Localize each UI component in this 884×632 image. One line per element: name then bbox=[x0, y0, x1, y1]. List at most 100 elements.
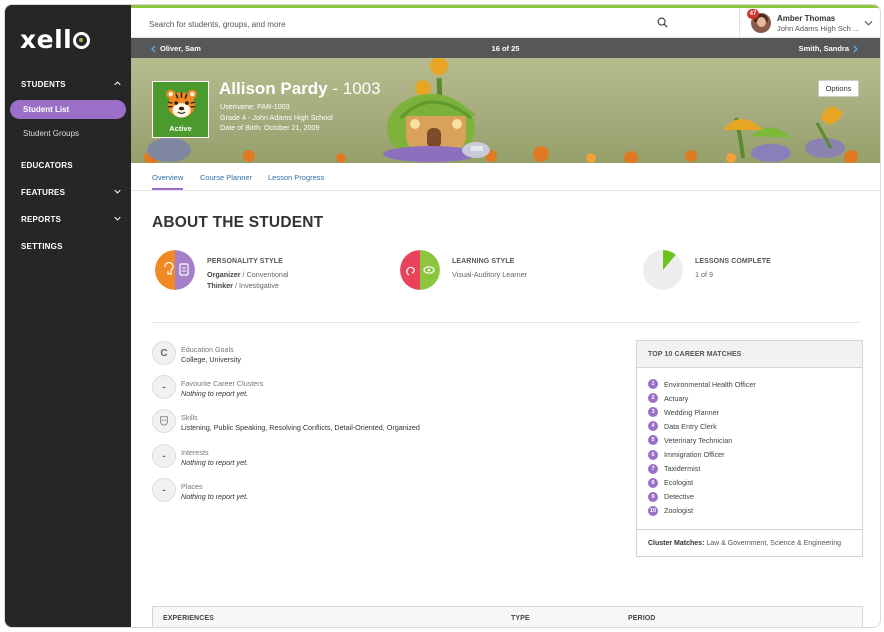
chevron-up-icon bbox=[114, 81, 121, 86]
career-match-item[interactable]: 10 Zoologist bbox=[648, 504, 756, 518]
personality-secondary: Thinker / Investigative bbox=[207, 281, 279, 290]
column-period[interactable]: PERIOD bbox=[628, 615, 655, 622]
xello-logo[interactable]: xell bbox=[20, 25, 91, 54]
student-details: Username: PAR-1003 Grade 4 - John Adams … bbox=[220, 102, 333, 134]
column-type[interactable]: TYPE bbox=[511, 615, 530, 622]
profile-row-value: College, University bbox=[181, 355, 241, 364]
tab-course-planner[interactable]: Course Planner bbox=[200, 173, 252, 182]
sidebar-item-label: STUDENTS bbox=[21, 80, 66, 89]
profile-row-title: Interests bbox=[181, 448, 209, 457]
education-goals-icon: C bbox=[152, 341, 176, 365]
header-divider bbox=[739, 8, 740, 38]
career-match-item[interactable]: 3 Wedding Planner bbox=[648, 405, 756, 419]
profile-row-value: Listening, Public Speaking, Resolving Co… bbox=[181, 423, 420, 432]
career-rank: 8 bbox=[648, 477, 658, 488]
sidebar-item-label: EDUCATORS bbox=[21, 161, 73, 170]
lessons-complete-label: LESSONS COMPLETE bbox=[695, 258, 771, 265]
sidebar-item-settings[interactable]: SETTINGS bbox=[5, 233, 131, 260]
career-rank: 1 bbox=[648, 379, 658, 390]
sidebar-item-reports[interactable]: REPORTS bbox=[5, 206, 131, 233]
profile-row-title: Education Goals bbox=[181, 345, 234, 354]
user-menu[interactable]: 47 Amber Thomas John Adams High Sch ... bbox=[747, 9, 877, 35]
cluster-matches: Cluster Matches: Law & Government, Scien… bbox=[637, 529, 862, 556]
section-divider bbox=[152, 322, 860, 323]
overview-panel: ABOUT THE STUDENT PERSONALITY STYLE Orga… bbox=[131, 192, 880, 627]
logo-o-mark bbox=[73, 32, 91, 49]
career-match-item[interactable]: 8 Ecologist bbox=[648, 476, 756, 490]
career-rank: 7 bbox=[648, 463, 658, 474]
next-student-link[interactable]: Smith, Sandra bbox=[799, 44, 858, 53]
student-name: Allison Pardy - 1003 bbox=[219, 79, 381, 98]
top-header: 47 Amber Thomas John Adams High Sch ... bbox=[131, 8, 880, 38]
next-student-name: Smith, Sandra bbox=[798, 44, 849, 53]
places-icon: - bbox=[152, 478, 176, 502]
chevron-down-icon[interactable] bbox=[864, 20, 873, 26]
career-match-item[interactable]: 1 Environmental Health Officer bbox=[648, 377, 756, 391]
student-status: Active bbox=[169, 124, 192, 133]
pager-position: 16 of 25 bbox=[491, 44, 520, 53]
search-icon[interactable] bbox=[657, 17, 668, 28]
skills-icon bbox=[152, 409, 176, 433]
career-match-item[interactable]: 9 Detective bbox=[648, 490, 756, 504]
experiences-table-header: EXPERIENCES TYPE PERIOD bbox=[152, 606, 863, 627]
student-pager: Oliver, Sam 16 of 25 Smith, Sandra bbox=[131, 38, 880, 58]
learning-style-label: LEARNING STYLE bbox=[452, 258, 515, 265]
sidebar-item-label: SETTINGS bbox=[21, 242, 63, 251]
personality-disc bbox=[155, 250, 195, 290]
user-name: Amber Thomas bbox=[777, 14, 836, 23]
personality-style-label: PERSONALITY STYLE bbox=[207, 258, 283, 265]
sidebar-item-features[interactable]: FEATURES bbox=[5, 179, 131, 206]
career-match-item[interactable]: 6 Immigration Officer bbox=[648, 447, 756, 461]
learning-style-value: Visual-Auditory Learner bbox=[452, 270, 527, 279]
learning-disc bbox=[400, 250, 440, 290]
sidebar-item-educators[interactable]: EDUCATORS bbox=[5, 152, 131, 179]
app-window: xell STUDENTS Student List Student Group… bbox=[4, 4, 881, 628]
notification-badge[interactable]: 47 bbox=[747, 9, 759, 19]
tiger-icon bbox=[166, 89, 197, 118]
career-clusters-icon: - bbox=[152, 375, 176, 399]
student-grade-school: Grade 4 - John Adams High School bbox=[220, 112, 333, 122]
tab-overview[interactable]: Overview bbox=[152, 173, 184, 190]
career-match-item[interactable]: 7 Taxidermist bbox=[648, 462, 756, 476]
career-rank: 3 bbox=[648, 407, 658, 418]
student-tabs: Overview Course Planner Lesson Progress bbox=[131, 163, 880, 191]
chevron-right-icon bbox=[853, 45, 858, 52]
career-match-item[interactable]: 2 Actuary bbox=[648, 391, 756, 405]
profile-row-value: Nothing to report yet. bbox=[181, 458, 249, 467]
career-matches-panel: TOP 10 CAREER MATCHES 1 Environmental Hea… bbox=[636, 340, 863, 557]
sidebar-item-student-groups[interactable]: Student Groups bbox=[5, 121, 131, 146]
search-input[interactable] bbox=[149, 15, 629, 33]
sidebar-nav: STUDENTS Student List Student Groups EDU… bbox=[5, 71, 131, 260]
personality-primary: Organizer / Conventional bbox=[207, 270, 289, 279]
chevron-down-icon bbox=[114, 189, 121, 194]
sidebar-item-student-list[interactable]: Student List bbox=[10, 100, 126, 119]
tab-lesson-progress[interactable]: Lesson Progress bbox=[268, 173, 324, 182]
lessons-complete-value: 1 of 9 bbox=[695, 270, 713, 279]
career-matches-title: TOP 10 CAREER MATCHES bbox=[637, 341, 862, 368]
profile-row-title: Places bbox=[181, 482, 203, 491]
profile-row-title: Favourite Career Clusters bbox=[181, 379, 264, 388]
column-experiences[interactable]: EXPERIENCES bbox=[163, 615, 214, 622]
options-button[interactable]: Options bbox=[818, 80, 859, 97]
career-rank: 5 bbox=[648, 435, 658, 446]
profile-row-value: Nothing to report yet. bbox=[181, 389, 249, 398]
career-match-item[interactable]: 5 Veterinary Technician bbox=[648, 433, 756, 447]
sidebar-item-students[interactable]: STUDENTS bbox=[5, 71, 131, 98]
career-rank: 9 bbox=[648, 491, 658, 502]
lessons-progress-pie bbox=[643, 250, 683, 290]
career-match-item[interactable]: 4 Data Entry Clerk bbox=[648, 419, 756, 433]
profile-row-title: Skills bbox=[181, 413, 198, 422]
career-rank: 10 bbox=[648, 505, 658, 516]
sidebar-item-label: REPORTS bbox=[21, 215, 62, 224]
profile-row-value: Nothing to report yet. bbox=[181, 492, 249, 501]
student-dob: Date of Birth: October 21, 2009 bbox=[220, 123, 320, 132]
user-school: John Adams High Sch ... bbox=[777, 24, 860, 33]
section-title: ABOUT THE STUDENT bbox=[152, 214, 324, 231]
student-avatar: Active bbox=[152, 81, 209, 138]
career-rank: 6 bbox=[648, 449, 658, 460]
chevron-down-icon bbox=[114, 216, 121, 221]
sidebar-item-label: FEATURES bbox=[21, 188, 66, 197]
career-matches-list: 1 Environmental Health Officer 2 Actuary 3… bbox=[648, 377, 756, 518]
student-banner: Active Allison Pardy - 1003 Username: PA… bbox=[131, 58, 880, 163]
career-rank: 4 bbox=[648, 421, 658, 432]
